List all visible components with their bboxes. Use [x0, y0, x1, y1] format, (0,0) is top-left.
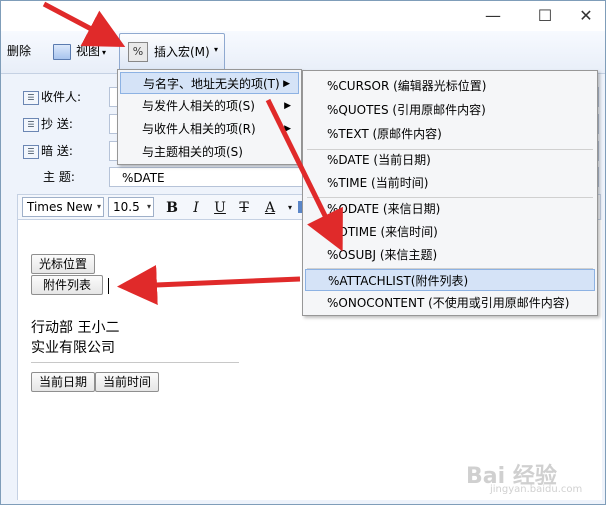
arrow-to-attachment-chip	[117, 264, 301, 305]
arrow-to-attachlist	[265, 98, 343, 252]
annotation-arrows	[42, 1, 343, 305]
watermark-url: jingyan.baidu.com	[490, 484, 583, 495]
arrow-to-insert-macro	[42, 1, 126, 48]
